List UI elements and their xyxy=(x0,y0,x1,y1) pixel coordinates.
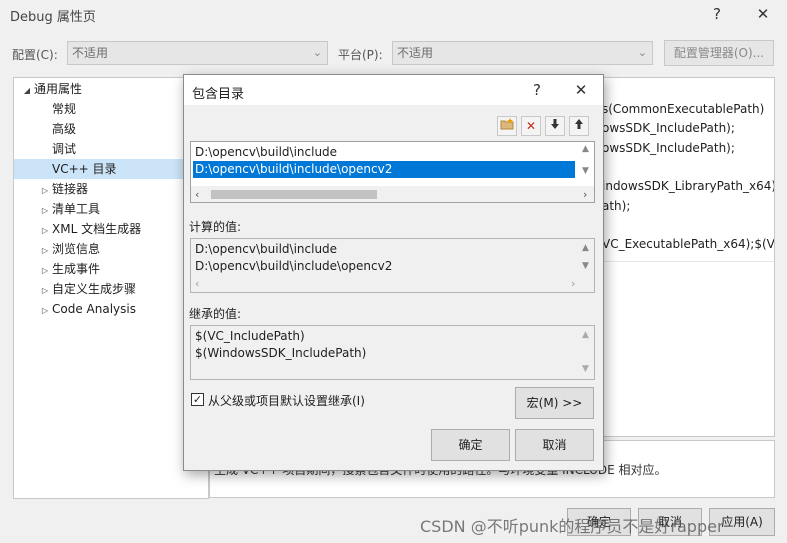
delete-icon[interactable]: ✕ xyxy=(521,116,541,136)
evaluated-line: D:\opencv\build\include\opencv2 xyxy=(195,259,393,273)
config-dropdown[interactable]: 不适用 ⌄ xyxy=(67,41,328,65)
dialog-ok-button[interactable]: 确定 xyxy=(431,429,510,461)
evaluated-values: D:\opencv\build\include D:\opencv\build\… xyxy=(190,238,595,293)
scroll-right-icon[interactable]: › xyxy=(571,277,575,290)
new-folder-icon[interactable] xyxy=(497,116,517,136)
move-down-icon[interactable] xyxy=(545,116,565,136)
inherited-values: $(VC_IncludePath) $(WindowsSDK_IncludePa… xyxy=(190,325,595,380)
dialog-cancel-button[interactable]: 取消 xyxy=(515,429,594,461)
scroll-up-icon[interactable]: ▲ xyxy=(582,330,589,340)
macros-button[interactable]: 宏(M) >> xyxy=(515,387,594,419)
tree-item-label: 调试 xyxy=(52,142,77,156)
scroll-down-icon[interactable]: ▼ xyxy=(582,166,589,176)
property-value[interactable]: indowsSDK_LibraryPath_x64) xyxy=(602,177,774,196)
tree-item-label: 浏览信息 xyxy=(52,242,101,256)
config-label: 配置(C): xyxy=(12,48,58,62)
window-title: Debug 属性页 xyxy=(10,10,96,25)
tree-item-label: 常规 xyxy=(52,102,77,116)
dialog-help-button[interactable]: ? xyxy=(520,78,554,102)
expand-arrow-icon: ▷ xyxy=(41,306,49,315)
evaluated-label: 计算的值: xyxy=(189,220,242,234)
scrollbar-thumb[interactable] xyxy=(211,190,377,199)
scroll-down-icon[interactable]: ▼ xyxy=(582,261,589,271)
tree-item-label: Code Analysis xyxy=(52,302,136,316)
property-value[interactable]: VC_ExecutablePath_x64);$(VC_ xyxy=(602,235,774,254)
tree-item-label: XML 文档生成器 xyxy=(52,222,142,236)
tree-item[interactable]: ▷ 清单工具 xyxy=(14,199,208,219)
chevron-down-icon: ⌄ xyxy=(312,46,322,59)
config-value: 不适用 xyxy=(72,46,109,60)
evaluated-line: D:\opencv\build\include xyxy=(195,242,338,256)
expand-arrow-icon: ▷ xyxy=(41,186,49,195)
scroll-left-icon[interactable]: ‹ xyxy=(195,188,199,201)
tree-item-label: 高级 xyxy=(52,122,77,136)
property-value[interactable]: owsSDK_IncludePath); xyxy=(602,119,735,138)
move-up-icon[interactable] xyxy=(569,116,589,136)
include-dir-entry[interactable]: D:\opencv\build\include xyxy=(193,144,337,161)
inherit-checkbox[interactable]: ✓ xyxy=(191,393,204,406)
scroll-up-icon[interactable]: ▲ xyxy=(582,243,589,253)
expand-arrow-icon: ▷ xyxy=(41,226,49,235)
tree-root-label: 通用属性 xyxy=(34,82,83,96)
tree-item-label: 自定义生成步骤 xyxy=(52,282,137,296)
scroll-right-icon[interactable]: › xyxy=(583,188,587,201)
dialog-title: 包含目录 xyxy=(192,87,245,102)
scroll-down-icon[interactable]: ▼ xyxy=(582,364,589,374)
property-value[interactable]: s(CommonExecutablePath) xyxy=(602,100,764,119)
scroll-up-icon[interactable]: ▲ xyxy=(582,144,589,154)
tree-item[interactable]: 常规 xyxy=(14,99,208,119)
help-button[interactable]: ? xyxy=(700,2,734,26)
tree-item[interactable]: ▷ 自定义生成步骤 xyxy=(14,279,208,299)
tree-item[interactable]: ▷ Code Analysis xyxy=(14,299,208,319)
platform-value: 不适用 xyxy=(397,46,434,60)
property-value[interactable]: owsSDK_IncludePath); xyxy=(602,139,735,158)
include-dir-entry[interactable]: D:\opencv\build\include\opencv2 xyxy=(193,161,575,178)
property-value[interactable]: ath); xyxy=(602,197,630,216)
platform-dropdown[interactable]: 不适用 ⌄ xyxy=(392,41,653,65)
inherited-line: $(VC_IncludePath) xyxy=(195,329,305,343)
horizontal-scrollbar[interactable]: ‹ › xyxy=(191,186,594,202)
tree-item[interactable]: ▷ XML 文档生成器 xyxy=(14,219,208,239)
inherit-checkbox-label[interactable]: 从父级或项目默认设置继承(I) xyxy=(208,392,365,409)
inherited-label: 继承的值: xyxy=(189,307,242,321)
tree-item[interactable]: ▷ 链接器 xyxy=(14,179,208,199)
property-tree: ◢ 通用属性 常规 高级 调试 VC++ 目录 ▷ 链接器 ▷ 清单工具 ▷ XML 文档生成器 ▷ 浏… xyxy=(13,77,209,499)
expand-arrow-icon: ▷ xyxy=(41,246,49,255)
tree-item[interactable]: ▷ 生成事件 xyxy=(14,259,208,279)
tree-item[interactable]: ▷ 浏览信息 xyxy=(14,239,208,259)
scroll-left-icon[interactable]: ‹ xyxy=(195,277,199,290)
inherited-line: $(WindowsSDK_IncludePath) xyxy=(195,346,367,360)
tree-item-label: 链接器 xyxy=(52,182,89,196)
tree-item-label: 清单工具 xyxy=(52,202,101,216)
tree-item[interactable]: 高级 xyxy=(14,119,208,139)
chevron-down-icon: ⌄ xyxy=(637,46,647,59)
tree-item[interactable]: VC++ 目录 xyxy=(14,159,208,179)
include-dirs-dialog: 包含目录 ? ✕ ✕ D:\opencv\build\include D:\ope… xyxy=(183,74,604,471)
checkmark-icon: ✓ xyxy=(192,393,203,406)
tree-item-label: VC++ 目录 xyxy=(52,162,117,176)
platform-label: 平台(P): xyxy=(338,48,383,62)
config-manager-button[interactable]: 配置管理器(O)... xyxy=(664,40,774,66)
expand-arrow-icon: ▷ xyxy=(41,266,49,275)
expand-arrow-icon: ▷ xyxy=(41,206,49,215)
close-button[interactable]: ✕ xyxy=(746,2,780,26)
expand-arrow-icon: ▷ xyxy=(41,286,49,295)
expanded-arrow-icon: ◢ xyxy=(23,86,31,95)
include-dirs-list[interactable]: D:\opencv\build\include D:\opencv\build\i… xyxy=(190,141,595,203)
tree-root[interactable]: ◢ 通用属性 xyxy=(20,79,82,99)
dialog-close-button[interactable]: ✕ xyxy=(564,78,598,102)
tree-item[interactable]: 调试 xyxy=(14,139,208,159)
tree-item-label: 生成事件 xyxy=(52,262,101,276)
watermark: CSDN @不听punk的程序员不是好rapper xyxy=(420,517,724,536)
